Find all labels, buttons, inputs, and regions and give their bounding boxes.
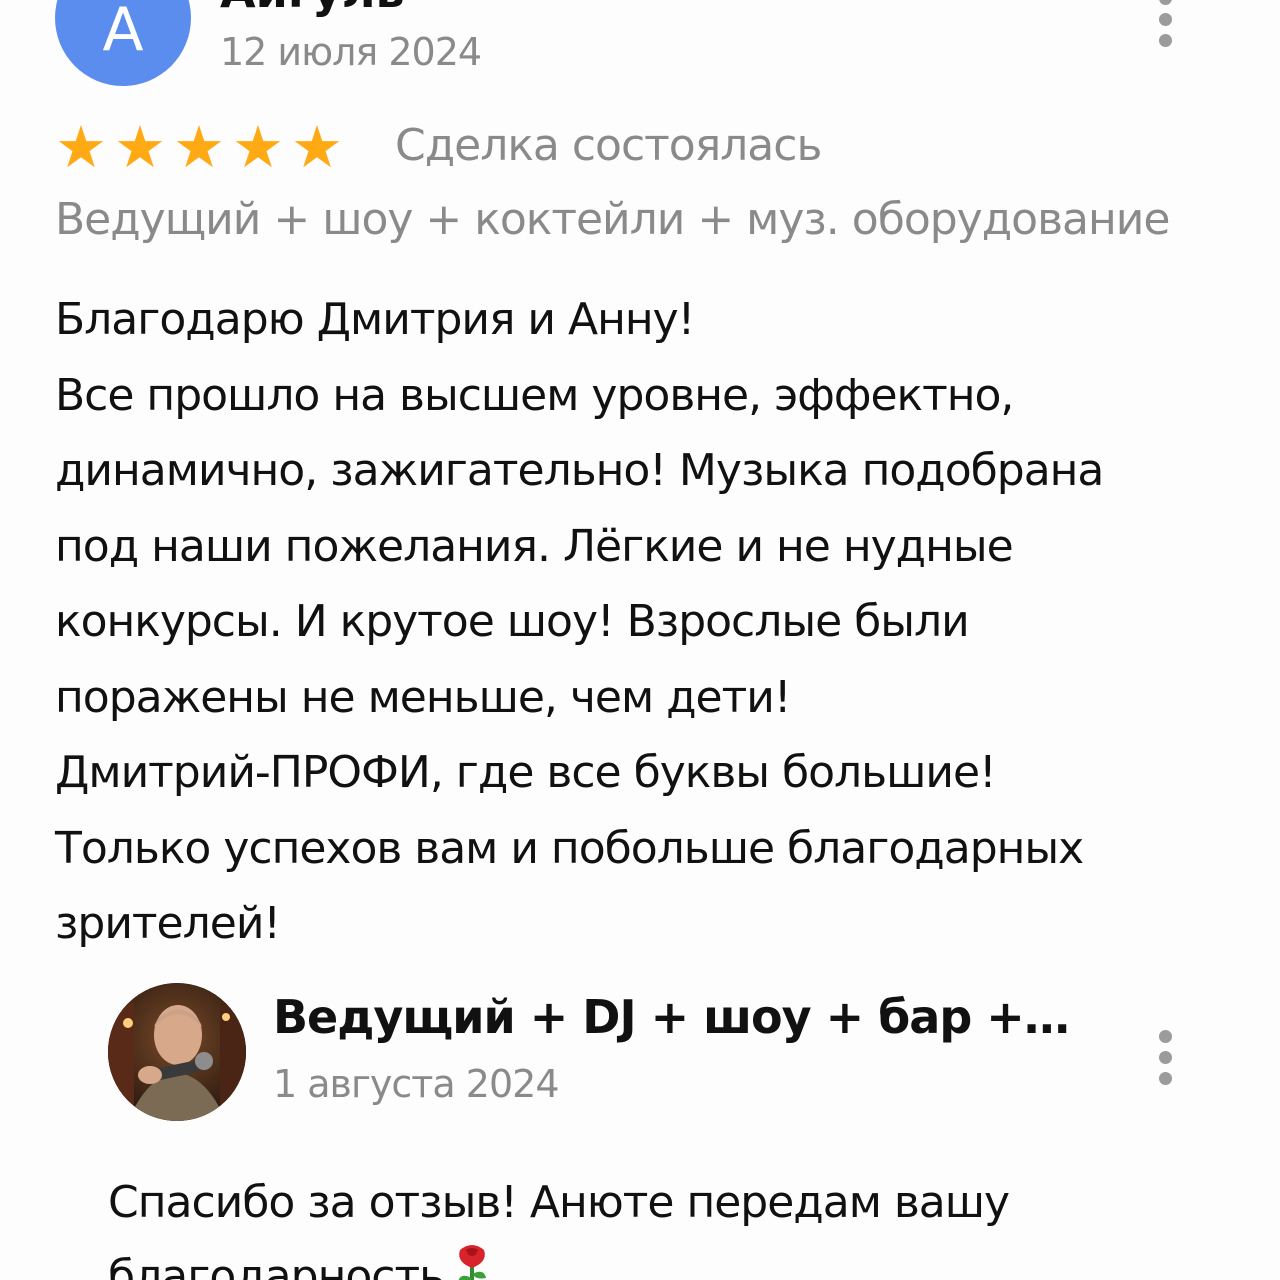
rating-stars: ★ ★ ★ ★ ★ (55, 118, 343, 176)
reply-text-line: благодарность (108, 1251, 445, 1280)
review-date: 12 июля 2024 (220, 30, 482, 74)
reply-text-line-last: благодарность (108, 1240, 1248, 1280)
star-icon: ★ (114, 113, 166, 181)
review-text-line: Только успехов вам и побольше благодарны… (55, 822, 1084, 874)
deal-status: Сделка состоялась (395, 120, 822, 171)
reply-avatar[interactable] (108, 983, 246, 1121)
star-icon: ★ (173, 113, 225, 181)
author-avatar[interactable]: А (55, 0, 191, 86)
avatar-letter: А (102, 0, 144, 65)
performer-photo (108, 983, 246, 1121)
star-icon: ★ (55, 113, 107, 181)
reply-date: 1 августа 2024 (273, 1062, 559, 1106)
review-text-line: под наши пожелания. Лёгкие и не нудные (55, 520, 1014, 572)
reply-author-name[interactable]: Ведущий + DJ + шоу + бар + к... (273, 990, 1073, 1044)
review-text: Благодарю Дмитрия и Анну! Все прошло на … (55, 282, 1245, 962)
review-text-line: поражены не меньше, чем дети! (55, 671, 791, 723)
review-text-line: конкурсы. И крутое шоу! Взрослые были (55, 596, 970, 647)
review-text-line: Все прошло на высшем уровне, эффектно, (55, 369, 1014, 421)
review-text-line: Дмитрий-ПРОФИ, где все буквы большие! (55, 747, 997, 798)
review-text-line: динамично, зажигательно! Музыка подобран… (55, 445, 1104, 496)
reply-text: Спасибо за отзыв! Анюте передам вашу бла… (108, 1166, 1248, 1280)
service-name[interactable]: Ведущий + шоу + коктейли + муз. оборудов… (55, 194, 1170, 245)
reply-more-menu-icon[interactable] (1157, 1030, 1173, 1085)
rose-icon (450, 1242, 494, 1280)
review-more-menu-icon[interactable] (1157, 0, 1173, 47)
star-icon: ★ (232, 113, 284, 181)
reply-text-line: Спасибо за отзыв! Анюте передам вашу (108, 1177, 1010, 1228)
star-icon: ★ (291, 113, 343, 181)
review-text-line: Благодарю Дмитрия и Анну! (55, 294, 695, 345)
review-author-name[interactable]: Айгуль (220, 0, 405, 18)
review-text-line: зрителей! (55, 898, 281, 949)
review-screen: А Айгуль 12 июля 2024 ★ ★ ★ ★ ★ Сделка с… (0, 0, 1280, 1280)
